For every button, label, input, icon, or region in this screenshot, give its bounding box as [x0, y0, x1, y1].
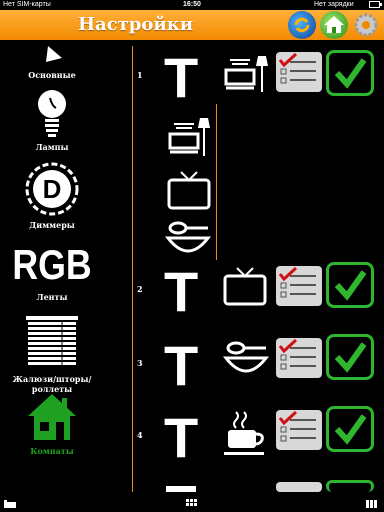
header: Настройки: [0, 10, 384, 40]
sublist-divider: [216, 104, 217, 260]
type-glyph: T: [164, 406, 199, 469]
checklist-icon[interactable]: [276, 266, 322, 306]
type-glyph: T: [164, 260, 199, 323]
rgb-icon: RGB: [12, 241, 92, 288]
living-room-icon[interactable]: [222, 54, 270, 96]
enabled-checkbox[interactable]: [326, 262, 374, 308]
battery-icon: [369, 1, 382, 8]
checkmark-icon: [334, 414, 367, 445]
settings-button[interactable]: [352, 11, 380, 39]
sidebar-item-blinds[interactable]: Жалюзи/шторы/роллеты: [0, 314, 104, 394]
checklist-icon[interactable]: [276, 338, 322, 378]
blinds-icon: [26, 316, 78, 368]
type-glyph: [166, 486, 196, 492]
tv-icon[interactable]: [222, 266, 270, 308]
menu-icon[interactable]: [366, 500, 378, 508]
dimmer-glyph: D: [43, 174, 62, 204]
basic-icon: [46, 46, 62, 62]
type-glyph: T: [164, 334, 199, 397]
enabled-checkbox[interactable]: [326, 406, 374, 452]
sync-icon: [294, 17, 310, 33]
house-icon: [28, 394, 76, 440]
back-icon[interactable]: [4, 500, 16, 508]
row-number: 1: [137, 70, 143, 80]
dimmer-icon: D: [25, 162, 79, 216]
bowl-icon[interactable]: [164, 220, 212, 260]
checkmark-icon: [334, 58, 367, 89]
sidebar-item-strips[interactable]: RGB Ленты: [0, 238, 104, 302]
bulb-icon: [38, 90, 66, 137]
sidebar-item-label: Жалюзи/шторы/роллеты: [12, 374, 92, 394]
home-button[interactable]: [320, 11, 348, 39]
row-number: 2: [137, 284, 143, 294]
checklist-icon[interactable]: [276, 52, 322, 92]
sidebar-item-rooms[interactable]: Комнаты: [0, 392, 104, 456]
sidebar-item-label: Основные: [28, 70, 76, 80]
page-title: Настройки: [78, 14, 194, 35]
type-glyph: T: [164, 46, 199, 109]
enabled-checkbox[interactable]: [326, 480, 374, 492]
sync-button[interactable]: [288, 11, 316, 39]
gear-icon: [354, 13, 378, 37]
sidebar-item-dimmers[interactable]: D Ленты Диммеры: [0, 162, 104, 230]
sidebar-item-label: Лампы: [35, 142, 69, 152]
bottom-toolbar: [0, 496, 384, 512]
row-number: 3: [137, 358, 143, 368]
status-bar: Нет SIM-карты 16:50 Нет зарядки: [0, 0, 384, 10]
charging-text: Нет зарядки: [314, 1, 354, 8]
enabled-checkbox[interactable]: [326, 50, 374, 96]
living-room-icon[interactable]: [166, 116, 212, 160]
bowl-icon[interactable]: [222, 340, 270, 384]
checkmark-icon: [334, 342, 367, 373]
sidebar-item-lamps[interactable]: Лампы: [0, 86, 104, 152]
checkmark-icon: [334, 270, 367, 301]
checklist-icon[interactable]: [276, 410, 322, 450]
coffee-icon[interactable]: [222, 410, 270, 458]
sidebar-item-basic[interactable]: Основные: [0, 44, 104, 80]
enabled-checkbox[interactable]: [326, 334, 374, 380]
sidebar-item-label: Диммеры: [29, 220, 75, 230]
home-icon: [324, 16, 344, 33]
sidebar-item-label: Комнаты: [30, 446, 74, 456]
tv-icon[interactable]: [166, 170, 212, 212]
checklist-icon[interactable]: [276, 482, 322, 492]
clock: 16:50: [183, 1, 201, 8]
sidebar-item-label: Ленты: [36, 292, 68, 302]
row-number: 4: [137, 430, 143, 440]
main-divider: [132, 46, 133, 492]
grid-icon[interactable]: [186, 499, 198, 509]
carrier-text: Нет SIM-карты: [3, 1, 51, 8]
